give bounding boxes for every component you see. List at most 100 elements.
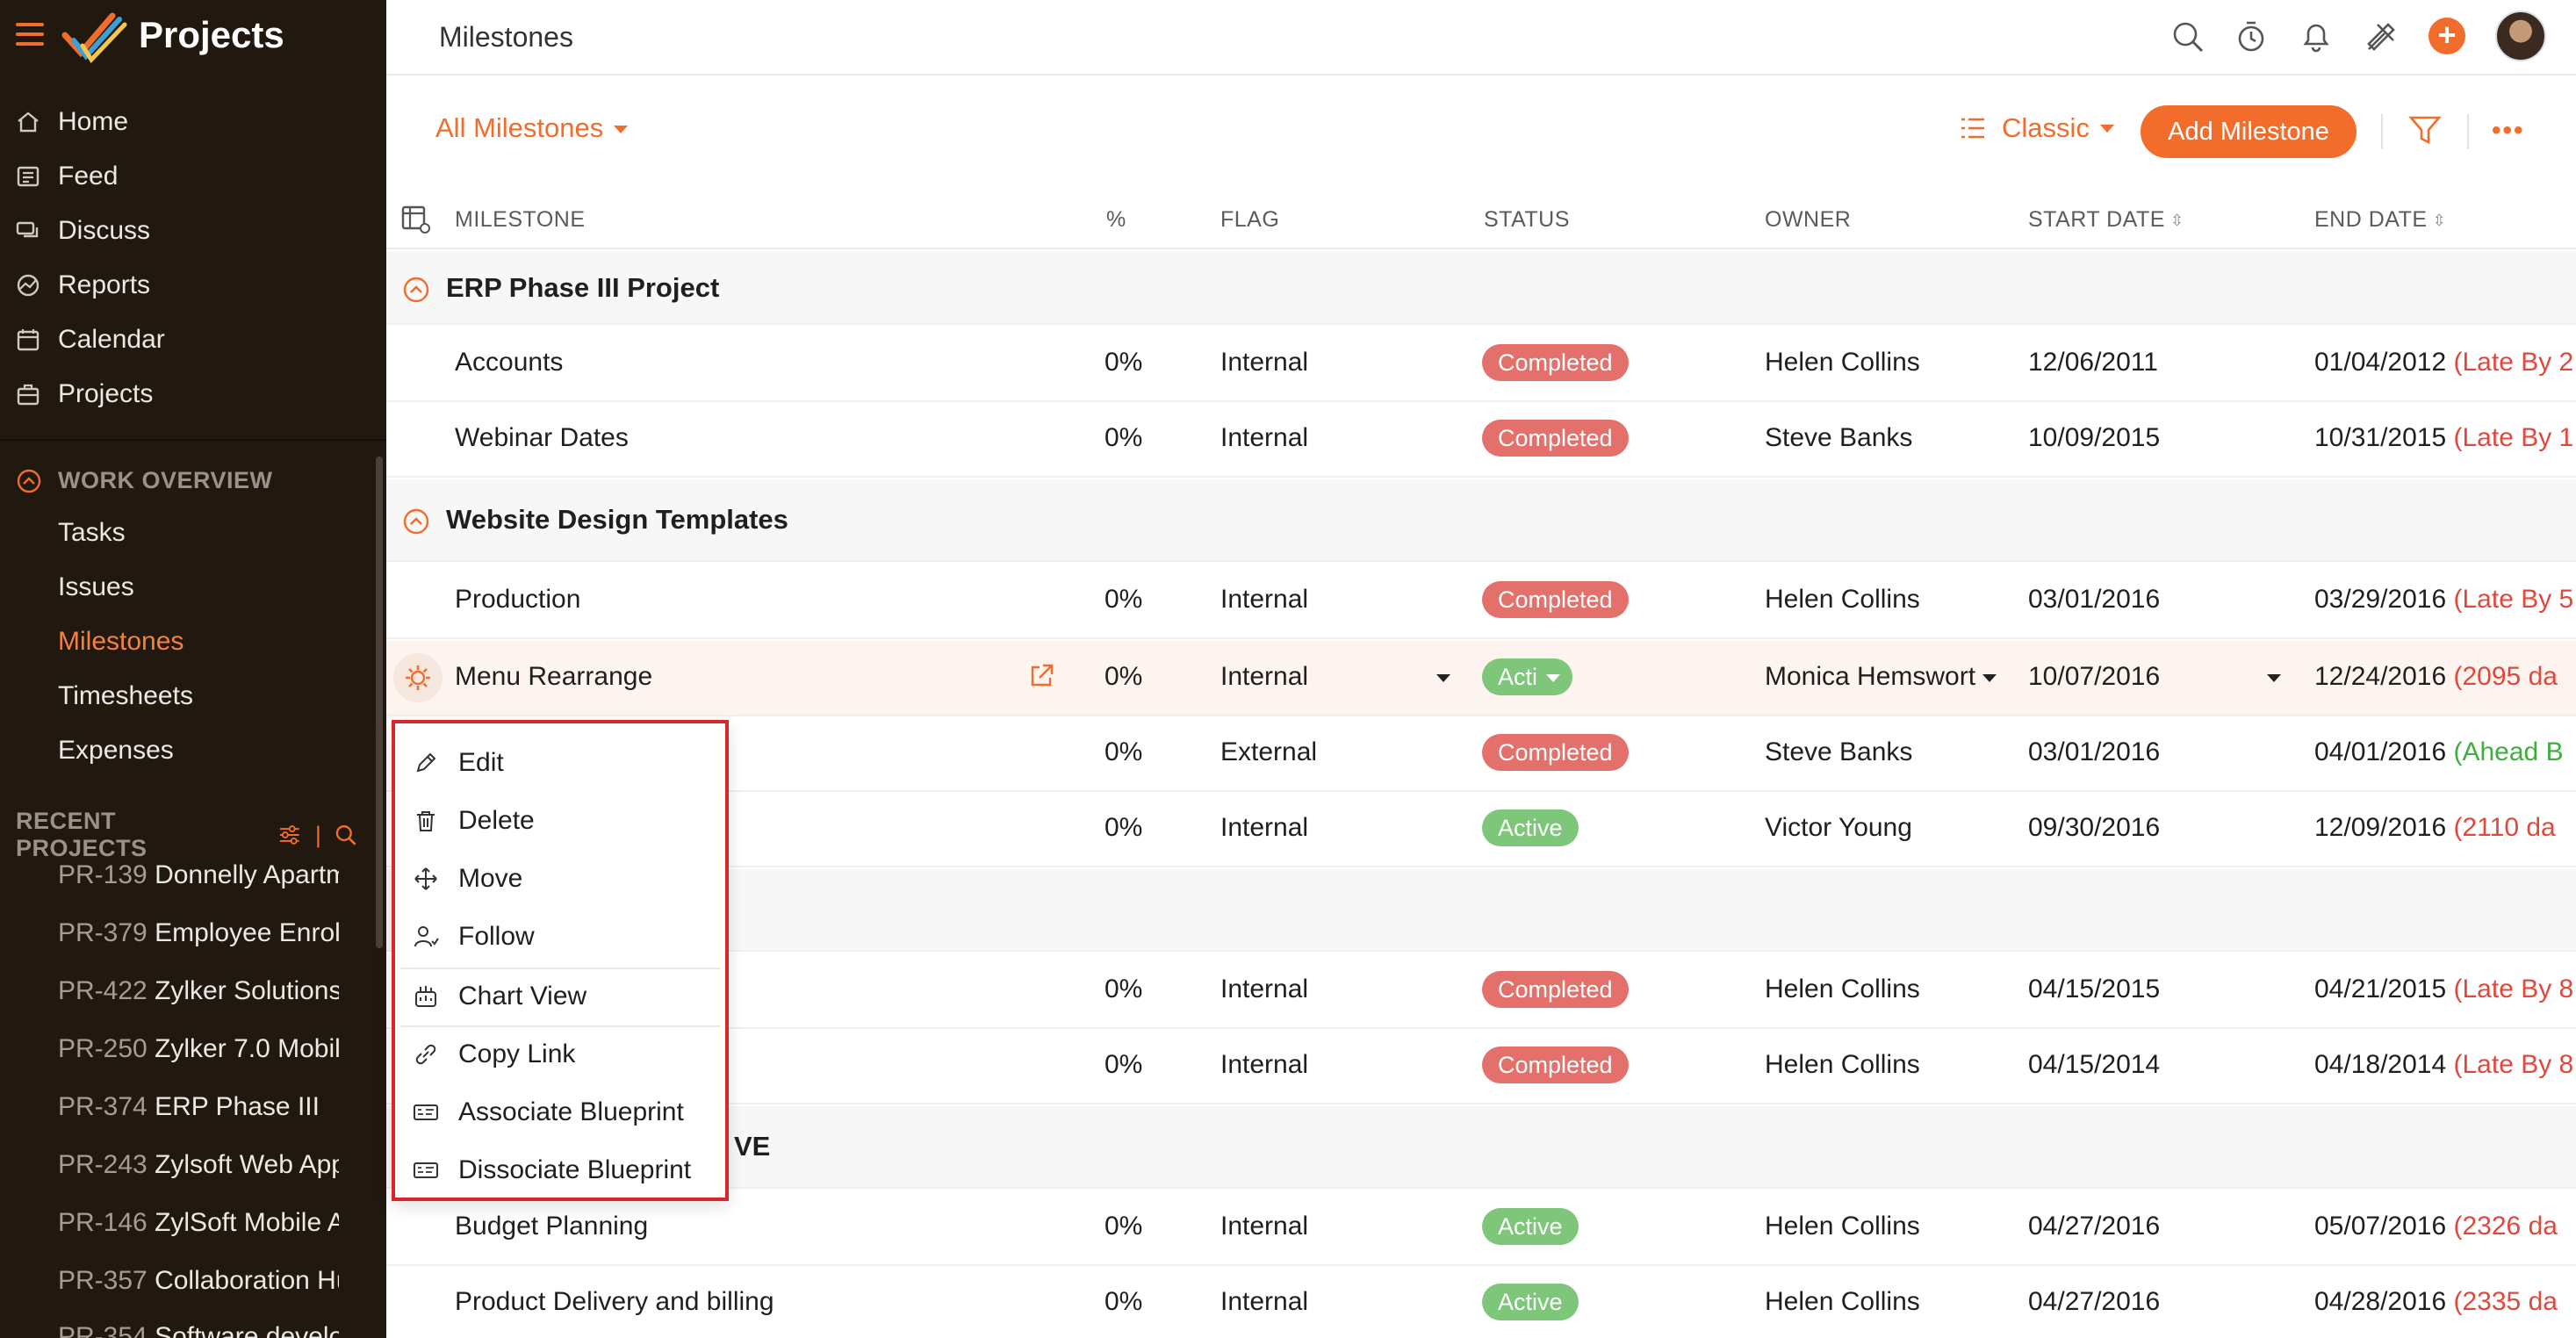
table-row[interactable]: Accounts 0% Internal Completed Helen Col… [386,327,2576,402]
end-date-cell[interactable]: 12/24/2016 (2095 da [2314,662,2558,692]
menu-item-edit[interactable]: Edit [395,734,725,792]
status-badge[interactable]: Completed [1482,420,1629,457]
recent-project[interactable]: PR-250 Zylker 7.0 Mobile [58,1034,339,1064]
collapse-icon[interactable] [402,276,430,304]
work-item-tasks[interactable]: Tasks [58,518,126,548]
nav-home[interactable]: Home [0,97,386,147]
status-badge[interactable]: Active [1482,809,1579,846]
table-row[interactable]: Production 0% Internal Completed Helen C… [386,564,2576,639]
link-icon [415,1044,436,1065]
start-date-dropdown-icon[interactable] [2267,674,2281,682]
table-row[interactable]: Budget Planning 0% Internal Active Helen… [386,1191,2576,1266]
view-selector[interactable]: All Milestones [435,112,629,144]
project-id: PR-243 [58,1150,148,1179]
work-item-expenses[interactable]: Expenses [58,736,174,766]
sidebar-scrollbar[interactable] [376,457,383,948]
status-badge[interactable]: Completed [1482,581,1629,618]
table-row[interactable]: Product Delivery and billing 0% Internal… [386,1266,2576,1338]
add-milestone-button[interactable]: Add Milestone [2141,105,2357,158]
column-status[interactable]: STATUS [1484,207,1570,233]
layout-selector[interactable]: Classic [1958,112,2114,144]
column-end-date[interactable]: END DATE ⇳ [2314,207,2446,233]
group-row[interactable]: Website Design Templates [386,479,2576,562]
table-row[interactable]: Webinar Dates 0% Internal Completed Stev… [386,402,2576,478]
work-overview-header[interactable]: WORK OVERVIEW [16,467,273,494]
column-owner[interactable]: OWNER [1765,207,1851,233]
filter-icon[interactable] [2407,112,2443,147]
start-date-cell: 03/01/2016 [2028,585,2161,614]
user-avatar[interactable] [2495,11,2546,61]
timer-icon[interactable] [2232,18,2270,56]
divider [2467,114,2469,149]
nav-calendar[interactable]: Calendar [0,314,386,365]
percent-cell: 0% [1105,348,1143,377]
more-options-icon[interactable]: ••• [2492,118,2525,144]
group-row[interactable]: ERP Phase III Project [386,251,2576,325]
milestone-name[interactable]: Accounts [455,348,563,378]
sort-icon[interactable]: ⇳ [2433,212,2447,230]
top-header: Milestones + [386,0,2576,76]
chevron-down-icon [614,126,629,134]
column-milestone[interactable]: MILESTONE [455,207,586,233]
hamburger-menu-icon[interactable] [16,23,44,49]
column-start-date[interactable]: START DATE ⇳ [2028,207,2184,233]
status-badge[interactable]: Active [1482,1208,1579,1245]
row-actions-button[interactable] [393,653,443,702]
milestone-name[interactable]: Budget Planning [455,1212,648,1241]
status-badge[interactable]: Completed [1482,344,1629,381]
milestone-name[interactable]: Webinar Dates [455,423,629,453]
status-badge[interactable]: Acti [1482,658,1573,695]
open-external-icon[interactable] [1027,662,1055,690]
nav-feed[interactable]: Feed [0,151,386,202]
nav-projects[interactable]: Projects [0,369,386,420]
flag-dropdown-icon[interactable] [1436,674,1450,682]
work-item-issues[interactable]: Issues [58,572,134,602]
menu-item-follow[interactable]: Follow [395,908,725,966]
sidebar-divider [0,439,386,441]
flag-cell[interactable]: Internal [1220,662,1308,692]
menu-item-copy-link[interactable]: Copy Link [395,1025,725,1083]
recent-project[interactable]: PR-354 Software development [58,1322,339,1338]
owner-cell[interactable]: Monica Hemswort [1765,662,1975,692]
start-date-cell[interactable]: 10/07/2016 [2028,662,2160,692]
tools-icon[interactable] [2362,18,2400,56]
sidebar: Projects Home Feed Discuss Reports Calen… [0,0,386,1338]
recent-project[interactable]: PR-422 Zylker Solutions [58,976,339,1006]
filter-sliders-icon[interactable] [277,822,303,848]
nav-reports[interactable]: Reports [0,260,386,311]
milestone-name[interactable]: Production [455,585,580,615]
column-settings-icon[interactable] [400,204,432,235]
status-badge[interactable]: Active [1482,1284,1579,1320]
column-flag[interactable]: FLAG [1220,207,1279,233]
status-badge[interactable]: Completed [1482,971,1629,1008]
work-item-timesheets[interactable]: Timesheets [58,681,193,711]
nav-discuss[interactable]: Discuss [0,205,386,256]
menu-item-move[interactable]: Move [395,850,725,908]
search-icon[interactable] [334,823,358,847]
work-item-milestones[interactable]: Milestones [58,627,183,657]
column-percent[interactable]: % [1106,207,1126,233]
menu-item-associate-blueprint[interactable]: Associate Blueprint [395,1083,725,1141]
bell-icon[interactable] [2297,18,2335,56]
recent-project[interactable]: PR-139 Donnelly Apartments [58,860,339,890]
end-date: 12/09/2016 [2314,813,2447,842]
recent-project[interactable]: PR-379 Employee Enrollment [58,918,339,948]
status-badge[interactable]: Completed [1482,1047,1629,1083]
quick-add-button[interactable]: + [2428,18,2465,54]
recent-project[interactable]: PR-357 Collaboration Hub [58,1266,339,1296]
menu-item-chart-view[interactable]: Chart View [395,968,725,1025]
search-icon[interactable] [2169,18,2207,56]
menu-item-dissociate-blueprint[interactable]: Dissociate Blueprint [395,1141,725,1199]
owner-dropdown-icon[interactable] [1982,674,1997,682]
recent-projects-header: RECENT PROJECTS | [16,808,358,862]
sort-icon[interactable]: ⇳ [2170,212,2184,230]
recent-project[interactable]: PR-374 ERP Phase III [58,1092,339,1122]
milestone-name[interactable]: Menu Rearrange [455,662,652,692]
table-row-hovered[interactable]: Menu Rearrange 0% Internal Acti Monica H… [386,641,2576,716]
recent-project[interactable]: PR-243 Zylsoft Web App [58,1150,339,1180]
milestone-name[interactable]: Product Delivery and billing [455,1287,774,1317]
menu-item-delete[interactable]: Delete [395,792,725,850]
status-badge[interactable]: Completed [1482,734,1629,771]
collapse-icon[interactable] [402,507,430,536]
recent-project[interactable]: PR-146 ZylSoft Mobile App [58,1208,339,1238]
